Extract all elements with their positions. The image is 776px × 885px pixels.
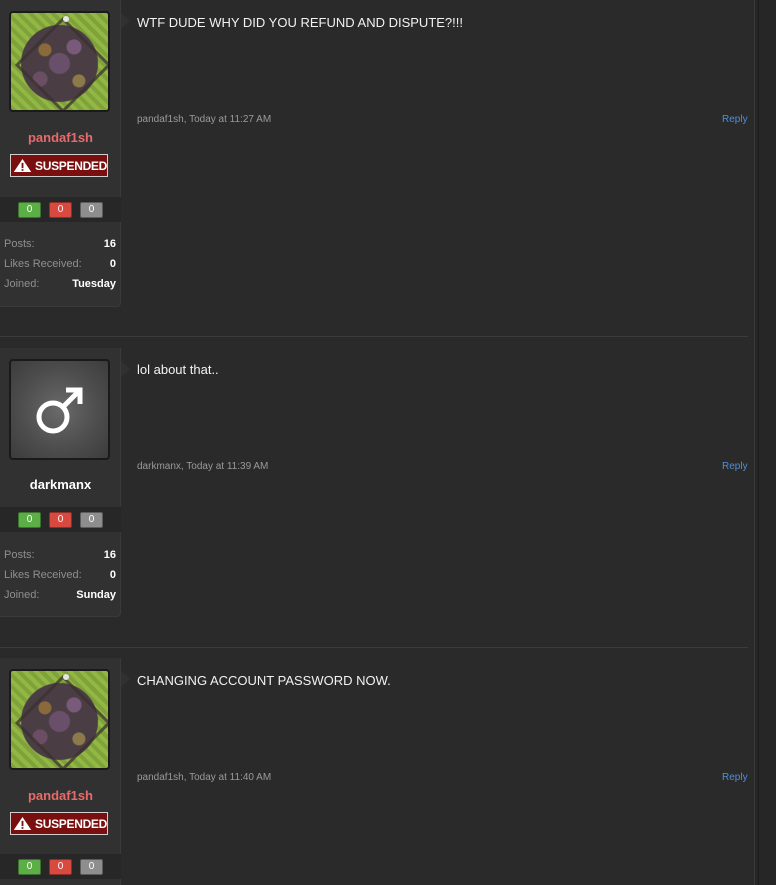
stat-posts: Posts: 16 [4,545,116,565]
neutral-rating-count[interactable]: 0 [80,511,103,528]
reply-link[interactable]: Reply [722,114,748,125]
message-body: WTF DUDE WHY DID YOU REFUND AND DISPUTE?… [137,15,463,30]
stat-likes-received: Likes Received: 0 [4,565,116,585]
user-avatar[interactable] [9,11,110,112]
banner-label: SUSPENDED [35,816,107,831]
message-body: CHANGING ACCOUNT PASSWORD NOW. [137,673,391,688]
negative-rating-count[interactable]: 0 [49,201,72,218]
post-author-line[interactable]: darkmanx, Today at 11:39 AM [137,461,268,472]
message-arrow [121,361,130,377]
user-avatar[interactable] [9,359,110,460]
stat-value: Sunday [76,589,116,601]
stat-value: 0 [109,258,116,270]
suspended-banner: SUSPENDED [10,812,108,835]
user-avatar[interactable] [9,669,110,770]
user-info-panel: pandaf1sh SUSPENDED 0 0 0 [0,658,121,885]
username-link[interactable]: pandaf1sh [0,130,121,145]
positive-rating-count[interactable]: 0 [18,511,41,528]
reputation-row: 0 0 0 [0,854,121,879]
stat-label: Likes Received: [4,569,82,581]
warning-icon [13,159,32,172]
stat-value[interactable]: 16 [104,234,116,254]
user-stats: Posts: 16 Likes Received: 0 Joined: Tues… [4,234,116,294]
negative-rating-count[interactable]: 0 [49,858,72,875]
stat-label: Joined: [4,589,40,601]
banner-label: SUSPENDED [35,158,107,173]
stat-likes-received: Likes Received: 0 [4,254,116,274]
stat-value[interactable]: 16 [104,545,116,565]
neutral-rating-count[interactable]: 0 [80,201,103,218]
user-info-panel: pandaf1sh SUSPENDED 0 0 0 Posts: 16 Like… [0,0,121,307]
stat-value: Tuesday [72,278,116,290]
username-link[interactable]: darkmanx [0,477,121,492]
user-info-panel: darkmanx 0 0 0 Posts: 16 Likes Received:… [0,348,121,617]
user-stats: Posts: 16 Likes Received: 0 Joined: Sund… [4,545,116,605]
male-symbol-icon [36,387,82,433]
stat-label: Posts: [4,238,35,250]
reputation-row: 0 0 0 [0,507,121,532]
stat-joined: Joined: Tuesday [4,274,116,294]
stat-value: 0 [109,569,116,581]
message-arrow [121,671,130,687]
post-item: pandaf1sh SUSPENDED 0 0 0 Posts: 16 Like… [0,0,754,337]
reply-link[interactable]: Reply [722,461,748,472]
reply-link[interactable]: Reply [722,772,748,783]
positive-rating-count[interactable]: 0 [18,201,41,218]
page-scroll-rail [754,0,776,885]
neutral-rating-count[interactable]: 0 [80,858,103,875]
post-author-line[interactable]: pandaf1sh, Today at 11:27 AM [137,114,271,125]
post-divider [0,647,748,648]
suspended-banner: SUSPENDED [10,154,108,177]
username-link[interactable]: pandaf1sh [0,788,121,803]
post-item: pandaf1sh SUSPENDED 0 0 0 CHANGING ACCOU… [0,658,754,885]
negative-rating-count[interactable]: 0 [49,511,72,528]
stat-label: Joined: [4,278,40,290]
warning-icon [13,817,32,830]
positive-rating-count[interactable]: 0 [18,858,41,875]
message-arrow [121,13,130,29]
stat-posts: Posts: 16 [4,234,116,254]
reputation-row: 0 0 0 [0,197,121,222]
post-divider [0,336,748,337]
stat-label: Likes Received: [4,258,82,270]
stat-joined: Joined: Sunday [4,585,116,605]
post-item: darkmanx 0 0 0 Posts: 16 Likes Received:… [0,348,754,648]
post-author-line[interactable]: pandaf1sh, Today at 11:40 AM [137,772,271,783]
message-body: lol about that.. [137,362,219,377]
stat-label: Posts: [4,549,35,561]
